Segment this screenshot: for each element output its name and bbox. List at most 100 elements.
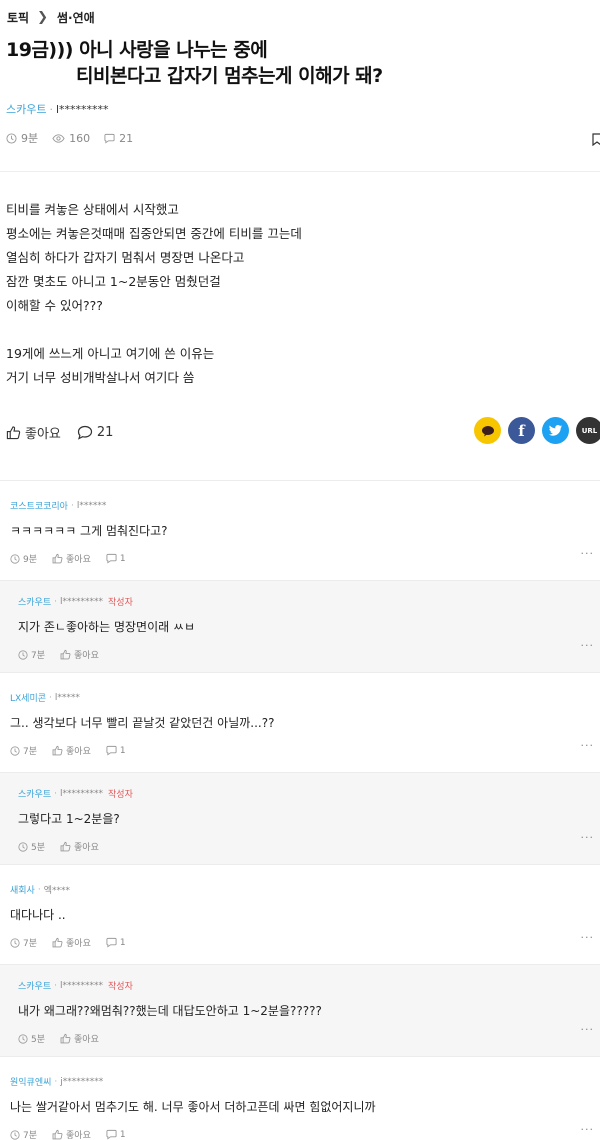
chevron-right-icon: ❯ (37, 10, 48, 25)
breadcrumb: 토픽 ❯ 썸·연애 (7, 9, 95, 26)
more-options-icon[interactable]: ··· (581, 931, 595, 944)
post-body-line: 19게에 쓰느게 아니고 여기에 쓴 이유는 (6, 346, 215, 361)
author-separator: · (49, 103, 53, 116)
comment-meta: 7분 좋아요 (18, 648, 582, 661)
comment-reply-button[interactable]: 1 (106, 553, 126, 564)
comment-reply-count: 1 (119, 937, 126, 948)
more-options-icon[interactable]: ··· (581, 739, 595, 752)
comment-like-label: 좋아요 (66, 555, 91, 565)
comment-like-button[interactable]: 좋아요 (52, 936, 91, 949)
comment-meta: 5분 좋아요 (18, 1032, 582, 1045)
post-comments-count-value: 21 (119, 131, 134, 145)
author-company[interactable]: 스카우트 (6, 103, 46, 116)
comment-reply-count: 1 (119, 553, 126, 564)
comment-author-id: j********* (60, 1076, 104, 1087)
bookmark-icon[interactable] (592, 131, 600, 150)
comment-meta: 7분 좋아요 1 (10, 1128, 590, 1140)
comment-text: 나는 쌀거같아서 멈추기도 해. 너무 좋아서 더하고픈데 싸면 힘없어지니까 (10, 1100, 376, 1114)
comment-author-company[interactable]: 코스트코코리아 (10, 499, 68, 512)
more-options-icon[interactable]: ··· (581, 639, 595, 652)
clock-icon (10, 745, 20, 756)
comment-author-id: l********* (60, 788, 104, 799)
comment-author-separator: · (49, 692, 52, 703)
like-label: 좋아요 (25, 427, 61, 442)
comment-text: 대다나다 .. (10, 908, 66, 922)
comment-author-id: l********* (60, 980, 104, 991)
share-buttons: f URL (474, 417, 600, 444)
post-time: 9분 (6, 130, 38, 146)
thumbs-up-icon (60, 841, 71, 852)
more-options-icon[interactable]: ··· (581, 831, 595, 844)
comment-like-button[interactable]: 좋아요 (60, 840, 99, 853)
thumbs-up-icon (52, 553, 63, 564)
thumbs-up-icon (6, 426, 21, 440)
comment-author-company[interactable]: 새회사 (10, 883, 35, 896)
breadcrumb-root[interactable]: 토픽 (7, 9, 29, 26)
more-options-icon[interactable]: ··· (581, 1023, 595, 1036)
post-body-line: 평소에는 켜놓은것때매 집중안되면 중간에 티비를 끄는데 (6, 226, 302, 241)
comment-author-id: 엑**** (43, 886, 70, 896)
post-title-line2: 티비본다고 갑자기 멈추는게 이해가 돼? (76, 65, 383, 87)
comment-author-company[interactable]: 스카우트 (18, 979, 51, 992)
comment-meta: 9분 좋아요 1 (10, 552, 590, 565)
comment-time-value: 7분 (23, 747, 38, 757)
breadcrumb-current[interactable]: 썸·연애 (57, 9, 95, 26)
comment-reply-button[interactable]: 1 (106, 937, 126, 948)
comment-like-button[interactable]: 좋아요 (52, 744, 91, 757)
facebook-share-icon[interactable]: f (508, 417, 535, 444)
comment-reply-button[interactable]: 1 (106, 1129, 126, 1140)
comment-like-button[interactable]: 좋아요 (52, 552, 91, 565)
header-divider (0, 171, 600, 172)
comment-reply-button[interactable]: 1 (106, 745, 126, 756)
post-body-line: 거기 너무 성비개박살나서 여기다 씀 (6, 370, 195, 385)
twitter-share-icon[interactable] (542, 417, 569, 444)
url-copy-button[interactable]: URL (576, 417, 600, 444)
post-comments-count: 21 (104, 132, 133, 145)
more-options-icon[interactable]: ··· (581, 547, 595, 560)
comment-reply-count: 1 (119, 745, 126, 756)
kakao-share-icon[interactable] (474, 417, 501, 444)
thumbs-up-icon (52, 745, 63, 756)
writer-badge: 작성자 (108, 790, 133, 800)
comment-author-separator: · (37, 884, 41, 895)
comment-author-id: l****** (76, 500, 107, 511)
more-options-icon[interactable]: ··· (581, 1123, 595, 1136)
comment-icon (104, 133, 115, 143)
thumbs-up-icon (52, 937, 63, 948)
comment-time-value: 7분 (31, 651, 46, 661)
clock-icon (10, 553, 20, 564)
comment-icon (106, 1129, 117, 1140)
like-button[interactable]: 좋아요 (6, 423, 61, 442)
comment-author: LX세미콘 · l***** (10, 691, 590, 705)
comment-time-value: 7분 (23, 939, 38, 949)
comment-meta: 7분 좋아요 1 (10, 936, 590, 949)
comment-text: 내가 왜그래??왜멈춰??했는데 대답도안하고 1~2분을????? (18, 1004, 322, 1018)
comment-button[interactable]: 21 (77, 425, 113, 440)
reply-item: 스카우트 · l********* 작성자 내가 왜그래??왜멈춰??했는데 대답도안하… (0, 964, 600, 1056)
comment-like-label: 좋아요 (66, 1131, 91, 1140)
comment-item: 코스트코코리아 · l****** ㅋㅋㅋㅋㅋㅋ 그게 멈춰진다고? 9분 좋아요 1 ··· (0, 480, 600, 580)
author-id: l********* (55, 103, 109, 116)
thumbs-up-icon (60, 649, 71, 660)
comment-author: 원익큐엔씨 · j********* (10, 1075, 590, 1089)
post-views-value: 160 (69, 131, 91, 145)
comment-author-company[interactable]: 스카우트 (18, 595, 51, 608)
comment-author-company[interactable]: LX세미콘 (10, 691, 46, 704)
writer-badge: 작성자 (108, 982, 133, 992)
post-body-line: 이해할 수 있어??? (6, 298, 103, 313)
comment-author: 스카우트 · l********* 작성자 (18, 595, 582, 609)
comment-like-button[interactable]: 좋아요 (60, 1032, 99, 1045)
post-views: 160 (52, 132, 90, 145)
comment-icon (106, 553, 117, 564)
post-meta: 9분 160 21 (6, 130, 147, 146)
comment-author-company[interactable]: 스카우트 (18, 787, 51, 800)
reply-item: 스카우트 · l********* 작성자 지가 존ㄴ좋아하는 명장면이래 ㅆㅂ 7분 좋아… (0, 580, 600, 672)
comment-author-company[interactable]: 원익큐엔씨 (10, 1075, 51, 1088)
comment-item: 원익큐엔씨 · j********* 나는 쌀거같아서 멈추기도 해. 너무 좋아서 … (0, 1056, 600, 1140)
comment-like-button[interactable]: 좋아요 (60, 648, 99, 661)
comment-time-value: 5분 (31, 1035, 46, 1045)
post-title: 19금))) 아니 사랑을 나누는 중에 티비본다고 갑자기 멈추는게 이해가 … (6, 37, 596, 89)
post-body-gap (6, 318, 302, 342)
comment-time: 9분 (10, 552, 37, 565)
comment-like-button[interactable]: 좋아요 (52, 1128, 91, 1140)
